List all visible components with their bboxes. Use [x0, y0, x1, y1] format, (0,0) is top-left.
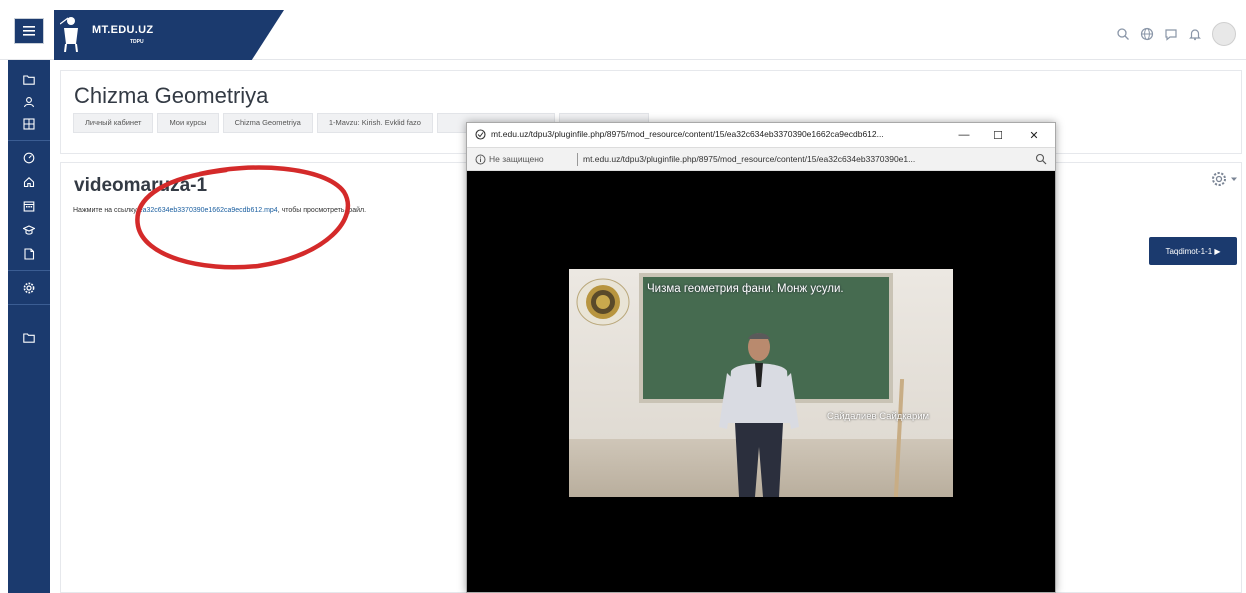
minimize-button[interactable]: —	[955, 126, 973, 144]
user-avatar[interactable]	[1212, 22, 1236, 46]
site-favicon-icon	[475, 129, 486, 140]
left-nav-drawer	[8, 60, 50, 593]
home-icon	[23, 177, 35, 188]
drawer-item-site-admin[interactable]	[19, 278, 39, 298]
video-player[interactable]: Чизма геометрия фани. Монж усули. Сайдал…	[467, 171, 1055, 592]
activity-title: videomaruza-1	[74, 175, 208, 196]
search-icon[interactable]	[1116, 27, 1130, 41]
breadcrumb-item-my-courses[interactable]: Мои курсы	[157, 113, 219, 133]
drawer-item-home[interactable]	[19, 172, 39, 192]
grid-icon	[23, 118, 35, 130]
address-url[interactable]: mt.edu.uz/tdpu3/pluginfile.php/8975/mod_…	[583, 154, 915, 164]
settings-icon	[23, 282, 35, 294]
address-divider	[577, 153, 578, 166]
menu-icon	[23, 26, 35, 36]
lecturer-figure	[719, 333, 799, 497]
teacher-emblem-icon	[60, 17, 78, 52]
file-note-prefix: Нажмите на ссылку	[73, 207, 139, 214]
drawer-item-private-files[interactable]	[19, 244, 39, 264]
navbar-actions	[1116, 22, 1236, 46]
info-icon[interactable]	[475, 154, 486, 165]
menu-toggle-button[interactable]	[14, 18, 44, 44]
graduation-icon	[23, 97, 35, 108]
drawer-item-dashboard[interactable]	[19, 148, 39, 168]
top-navbar: MT.EDU.UZ TDPU	[0, 0, 1246, 60]
globe-icon[interactable]	[1140, 27, 1154, 41]
chat-icon[interactable]	[1164, 27, 1178, 41]
calendar-icon	[23, 201, 35, 212]
drawer-divider	[8, 140, 50, 141]
file-note-suffix: , чтобы просмотреть файл.	[277, 207, 367, 214]
brand-subtitle: TDPU	[130, 39, 144, 45]
page-title: Chizma Geometriya	[74, 83, 269, 108]
dashboard-icon	[23, 152, 35, 164]
drawer-item-content-bank[interactable]	[19, 328, 39, 348]
drawer-item-participants[interactable]	[19, 92, 39, 112]
drawer-item-courses[interactable]	[19, 220, 39, 240]
file-note: Нажмите на ссылку ea32c634eb3370390e1662…	[73, 207, 366, 214]
security-status: Не защищено	[489, 154, 544, 164]
breadcrumb-item-course[interactable]: Chizma Geometriya	[222, 113, 313, 133]
drawer-item-grades[interactable]	[19, 114, 39, 134]
breadcrumb-item-dashboard[interactable]: Личный кабинет	[73, 113, 154, 133]
address-bar[interactable]: Не защищено mt.edu.uz/tdpu3/pluginfile.p…	[467, 147, 1055, 171]
folder-icon	[23, 75, 35, 85]
file-link[interactable]: ea32c634eb3370390e1662ca9ecdb612.mp4	[139, 207, 278, 214]
folder-icon	[23, 333, 35, 343]
mortarboard-icon	[23, 225, 35, 235]
drawer-item-calendar[interactable]	[19, 196, 39, 216]
gear-icon	[1212, 172, 1226, 186]
brand-title: MT.EDU.UZ	[92, 24, 154, 36]
university-emblem-icon	[576, 278, 630, 326]
video-frame[interactable]: Чизма геометрия фани. Монж усули. Сайдал…	[569, 269, 953, 497]
files-icon	[24, 248, 35, 260]
site-brand-logo[interactable]: MT.EDU.UZ TDPU	[54, 10, 284, 60]
popup-title: mt.edu.uz/tdpu3/pluginfile.php/8975/mod_…	[491, 129, 884, 139]
breadcrumb-item-topic[interactable]: 1-Mavzu: Kirish. Evklid fazo	[316, 113, 433, 133]
video-caption-bottom: Сайдалиев Сайдкарим	[827, 411, 930, 422]
drawer-divider	[8, 270, 50, 271]
video-caption-top: Чизма геометрия фани. Монж усули.	[647, 283, 844, 295]
drawer-item-files[interactable]	[19, 70, 39, 90]
close-button[interactable]: ✕	[1025, 126, 1043, 144]
zoom-icon[interactable]	[1035, 153, 1047, 165]
drawer-divider	[8, 304, 50, 305]
popup-browser-window: mt.edu.uz/tdpu3/pluginfile.php/8975/mod_…	[466, 122, 1056, 593]
maximize-button[interactable]: ☐	[989, 126, 1007, 144]
bell-icon[interactable]	[1188, 27, 1202, 41]
caret-down-icon	[1231, 177, 1237, 181]
popup-titlebar[interactable]: mt.edu.uz/tdpu3/pluginfile.php/8975/mod_…	[467, 123, 1055, 147]
next-activity-button[interactable]: Taqdimot-1-1 ▶	[1149, 237, 1237, 265]
activity-actions-menu[interactable]	[1211, 171, 1237, 187]
